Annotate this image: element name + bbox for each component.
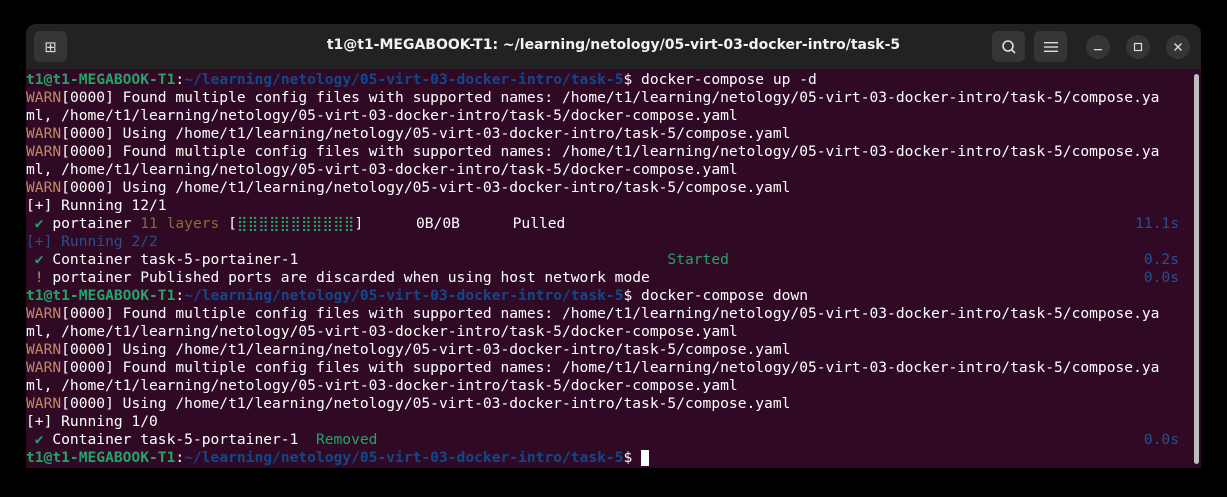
terminal-text: [0000] Found multiple config files with … xyxy=(61,143,1160,160)
terminal-text: : xyxy=(175,287,185,304)
warn-label: WARN xyxy=(26,341,62,358)
hamburger-menu-icon xyxy=(1043,41,1058,52)
terminal-line: ml, /home/t1/learning/netology/05-virt-0… xyxy=(26,323,1191,341)
maximize-icon xyxy=(1133,42,1143,52)
elapsed-time: 0.2s xyxy=(1143,251,1179,268)
maximize-button[interactable] xyxy=(1126,35,1150,59)
terminal-text: [+] Running 1/0 xyxy=(26,413,158,430)
warn-label: WARN xyxy=(26,395,62,412)
warn-label: WARN xyxy=(26,179,62,196)
terminal-text: Container task-5-portainer-1 xyxy=(43,251,668,268)
terminal-line: ✔ Container task-5-portainer-1 Removed 0.… xyxy=(26,431,1191,449)
search-icon xyxy=(1001,39,1016,54)
prompt-path: ~/learning/netology/05-virt-03-docker-in… xyxy=(184,71,624,88)
terminal-window: ⊞ t1@t1-MEGABOOK-T1: ~/learning/netology… xyxy=(26,24,1201,468)
terminal-text: [0000] Using /home/t1/learning/netology/… xyxy=(61,179,791,196)
terminal-line: t1@t1-MEGABOOK-T1:~/learning/netology/05… xyxy=(26,287,1191,305)
elapsed-time: 11.1s xyxy=(1135,215,1179,232)
terminal-line: ml, /home/t1/learning/netology/05-virt-0… xyxy=(26,377,1191,395)
terminal-line: WARN[0000] Using /home/t1/learning/netol… xyxy=(26,341,1191,359)
terminal-text: $ xyxy=(623,449,642,466)
terminal-text: portainer xyxy=(43,215,141,232)
terminal-text: [0000] Found multiple config files with … xyxy=(61,89,1160,106)
terminal-text: Container task-5-portainer-1 xyxy=(43,431,316,448)
terminal-text: ✔ xyxy=(26,215,44,232)
terminal-text: $ docker-compose down xyxy=(623,287,808,304)
prompt-path: ~/learning/netology/05-virt-03-docker-in… xyxy=(184,449,624,466)
minimize-button[interactable] xyxy=(1086,35,1110,59)
terminal-line: WARN[0000] Found multiple config files w… xyxy=(26,359,1191,377)
scrollbar[interactable] xyxy=(1194,74,1199,464)
terminal-text: Started xyxy=(667,251,729,268)
terminal-text: ] 0B/0B Pulled xyxy=(354,215,566,232)
warn-label: WARN xyxy=(26,359,62,376)
elapsed-time: 0.0s xyxy=(1143,269,1179,286)
terminal-text: 11 layers xyxy=(140,215,220,232)
terminal-text: ✔ xyxy=(26,431,44,448)
terminal-text: [0000] Found multiple config files with … xyxy=(61,305,1160,322)
prompt-user: t1@t1-MEGABOOK-T1 xyxy=(26,449,176,466)
terminal-text: ! xyxy=(26,269,44,286)
terminal-line: t1@t1-MEGABOOK-T1:~/learning/netology/05… xyxy=(26,449,1191,467)
terminal-output[interactable]: t1@t1-MEGABOOK-T1:~/learning/netology/05… xyxy=(26,70,1191,468)
terminal-text: [+] Running 2/2 xyxy=(26,233,158,250)
terminal-line: WARN[0000] Found multiple config files w… xyxy=(26,89,1191,107)
terminal-text: [0000] Found multiple config files with … xyxy=(61,359,1160,376)
terminal-line: ml, /home/t1/learning/netology/05-virt-0… xyxy=(26,107,1191,125)
minimize-icon xyxy=(1094,49,1102,51)
prompt-path: ~/learning/netology/05-virt-03-docker-in… xyxy=(184,287,624,304)
terminal-line: ml, /home/t1/learning/netology/05-virt-0… xyxy=(26,161,1191,179)
header-bar: ⊞ t1@t1-MEGABOOK-T1: ~/learning/netology… xyxy=(26,24,1201,69)
close-button[interactable] xyxy=(1166,35,1190,59)
terminal-text: ✔ xyxy=(26,251,44,268)
terminal-text: ml, /home/t1/learning/netology/05-virt-0… xyxy=(26,161,738,178)
terminal-line: WARN[0000] Using /home/t1/learning/netol… xyxy=(26,395,1191,413)
terminal-text: [+] Running 12/1 xyxy=(26,197,167,214)
terminal-line: WARN[0000] Using /home/t1/learning/netol… xyxy=(26,179,1191,197)
terminal-line: WARN[0000] Found multiple config files w… xyxy=(26,305,1191,323)
terminal-text: [0000] Using /home/t1/learning/netology/… xyxy=(61,125,791,142)
terminal-line: [+] Running 1/0 xyxy=(26,413,1191,431)
terminal-line: ✔ portainer 11 layers [⣿⣿⣿⣿⣿⣿⣿⣿⣿⣿⣿] 0B/0… xyxy=(26,215,1191,233)
terminal-line: [+] Running 2/2 xyxy=(26,233,1191,251)
terminal-text: [0000] Using /home/t1/learning/netology/… xyxy=(61,395,791,412)
terminal-line: ✔ Container task-5-portainer-1 Started 0.… xyxy=(26,251,1191,269)
terminal-text: [0000] Using /home/t1/learning/netology/… xyxy=(61,341,791,358)
warn-label: WARN xyxy=(26,305,62,322)
prompt-user: t1@t1-MEGABOOK-T1 xyxy=(26,71,176,88)
menu-button[interactable] xyxy=(1034,31,1067,62)
terminal-text: [ xyxy=(219,215,237,232)
search-button[interactable] xyxy=(992,31,1025,62)
terminal-text: ml, /home/t1/learning/netology/05-virt-0… xyxy=(26,107,738,124)
terminal-line: ! portainer Published ports are discarde… xyxy=(26,269,1191,287)
terminal-text: : xyxy=(175,71,185,88)
terminal-line: WARN[0000] Found multiple config files w… xyxy=(26,143,1191,161)
elapsed-time: 0.0s xyxy=(1143,431,1179,448)
terminal-text: : xyxy=(175,449,185,466)
terminal-text: ⣿⣿⣿⣿⣿⣿⣿⣿⣿⣿⣿ xyxy=(236,215,355,232)
terminal-line: t1@t1-MEGABOOK-T1:~/learning/netology/05… xyxy=(26,71,1191,89)
prompt-user: t1@t1-MEGABOOK-T1 xyxy=(26,287,176,304)
close-icon xyxy=(1174,43,1182,51)
terminal-line: WARN[0000] Using /home/t1/learning/netol… xyxy=(26,125,1191,143)
warn-label: WARN xyxy=(26,143,62,160)
terminal-line: [+] Running 12/1 xyxy=(26,197,1191,215)
terminal-text: ml, /home/t1/learning/netology/05-virt-0… xyxy=(26,323,738,340)
terminal-text: ml, /home/t1/learning/netology/05-virt-0… xyxy=(26,377,738,394)
terminal-text: $ docker-compose up -d xyxy=(623,71,817,88)
text-cursor xyxy=(641,450,650,466)
warn-label: WARN xyxy=(26,125,62,142)
warn-label: WARN xyxy=(26,89,62,106)
terminal-text: Removed xyxy=(315,431,378,448)
terminal-text: portainer Published ports are discarded … xyxy=(43,269,650,286)
